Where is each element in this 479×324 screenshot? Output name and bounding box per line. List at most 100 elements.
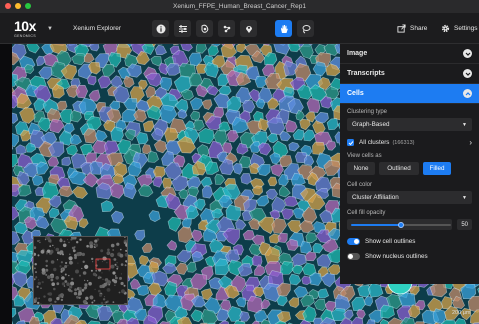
logo-subtitle: GENOMICS	[14, 34, 36, 38]
toolbar: 10x GENOMICS ▼ Xenium Explorer Share Set…	[0, 13, 479, 44]
cell[interactable]	[309, 272, 322, 286]
minimap-tissue-speck	[50, 278, 54, 282]
all-clusters-checkbox[interactable]	[347, 139, 354, 146]
minimap-tissue-speck	[47, 292, 50, 296]
cell[interactable]	[56, 100, 68, 111]
pin-button[interactable]	[240, 20, 257, 37]
minimap-tissue-speck	[82, 299, 87, 304]
pan-tool-button[interactable]	[275, 20, 292, 37]
slider-handle[interactable]	[398, 221, 404, 228]
cell[interactable]	[61, 156, 72, 166]
minimap-tissue-speck	[61, 296, 64, 299]
minimap-tissue-speck	[74, 305, 77, 306]
layers-button[interactable]	[196, 20, 213, 37]
minimap-tissue-speck	[62, 243, 67, 248]
cell-fill-opacity-slider[interactable]	[347, 219, 453, 230]
show-cell-outlines-toggle[interactable]	[347, 238, 360, 245]
minimap-tissue-speck	[84, 283, 88, 287]
minimap[interactable]	[33, 236, 128, 305]
hand-icon	[280, 24, 288, 33]
minimap-tissue-speck	[64, 265, 68, 268]
minimap-tissue-speck	[60, 267, 65, 272]
minimap-tissue-speck	[110, 243, 115, 248]
minimap-tissue-speck	[55, 247, 60, 252]
share-icon	[397, 24, 406, 33]
close-window-button[interactable]	[5, 3, 11, 9]
minimap-tissue-speck	[112, 249, 115, 251]
minimap-tissue-speck	[37, 281, 41, 286]
minimap-tissue-speck	[41, 268, 46, 272]
minimap-tissue-speck	[61, 282, 65, 286]
cell[interactable]	[87, 75, 97, 86]
minimap-tissue-speck	[126, 261, 127, 264]
logo-mark: 10x	[14, 18, 36, 34]
minimap-tissue-speck	[88, 281, 92, 286]
clustering-type-select[interactable]: Graph-Based ▼	[347, 118, 472, 131]
cell[interactable]	[239, 311, 251, 322]
cell-color-select[interactable]: Cluster Affiliation ▼	[347, 191, 472, 204]
section-cells-header[interactable]: Cells	[340, 84, 479, 104]
view-option-none[interactable]: None	[347, 162, 375, 175]
minimap-tissue-speck	[46, 251, 48, 253]
adjustments-button[interactable]	[174, 20, 191, 37]
all-clusters-label: All clusters	[359, 139, 390, 146]
zoom-window-button[interactable]	[25, 3, 31, 9]
section-image-title: Image	[347, 50, 368, 57]
minimap-tissue-speck	[40, 287, 42, 289]
minimap-tissue-speck	[36, 285, 39, 288]
share-button[interactable]: Share	[397, 21, 434, 36]
minimap-tissue-speck	[47, 275, 51, 279]
settings-button[interactable]: Settings	[441, 21, 478, 36]
minimap-tissue-speck	[115, 275, 117, 277]
minimap-tissue-speck	[114, 263, 117, 266]
section-image-header[interactable]: Image	[340, 44, 479, 64]
minimap-tissue-speck	[52, 244, 54, 247]
caret-down-icon: ▼	[462, 194, 467, 201]
minimap-tissue-speck	[45, 268, 49, 272]
info-button[interactable]	[152, 20, 169, 37]
minimap-tissue-speck	[110, 252, 115, 258]
show-cell-outlines-row[interactable]: Show cell outlines	[347, 235, 472, 248]
transcripts-button[interactable]	[218, 20, 235, 37]
minimap-tissue-speck	[71, 277, 74, 281]
minimap-tissue-speck	[77, 262, 79, 264]
minimap-tissue-speck	[75, 269, 79, 274]
minimap-tissue-speck	[53, 247, 55, 249]
minimap-tissue-speck	[72, 249, 76, 253]
minimize-window-button[interactable]	[15, 3, 21, 9]
section-transcripts-header[interactable]: Transcripts	[340, 64, 479, 84]
minimap-tissue-speck	[112, 258, 115, 261]
show-nucleus-outlines-toggle[interactable]	[347, 253, 360, 260]
minimap-tissue-speck	[45, 264, 48, 267]
app-menu-caret-icon[interactable]: ▼	[47, 26, 53, 32]
minimap-tissue-speck	[38, 279, 40, 281]
minimap-tissue-speck	[91, 301, 94, 304]
minimap-tissue-speck	[91, 257, 94, 261]
minimap-tissue-speck	[53, 287, 56, 291]
cell-fill-opacity-row: 50	[347, 219, 472, 230]
show-nucleus-outlines-row[interactable]: Show nucleus outlines	[347, 250, 472, 263]
view-option-outlined[interactable]: Outlined	[379, 162, 419, 175]
tenx-logo[interactable]: 10x GENOMICS	[14, 18, 40, 40]
minimap-tissue-speck	[61, 276, 65, 280]
minimap-tissue-speck	[40, 304, 42, 305]
minimap-tissue-speck	[103, 296, 106, 298]
all-clusters-row[interactable]: All clusters (166313) ›	[347, 136, 472, 149]
minimap-tissue-speck	[84, 286, 87, 290]
minimap-tissue-speck	[40, 249, 45, 254]
minimap-tissue-speck	[101, 272, 103, 274]
view-option-filled[interactable]: Filled	[423, 162, 451, 175]
chevron-down-icon	[463, 69, 472, 78]
cell-fill-opacity-value[interactable]: 50	[457, 219, 472, 230]
settings-label: Settings	[454, 25, 478, 32]
minimap-tissue-speck	[123, 284, 126, 287]
minimap-tissue-speck	[74, 288, 77, 292]
minimap-tissue-speck	[111, 278, 115, 282]
minimap-tissue-speck	[120, 248, 122, 251]
minimap-tissue-speck	[94, 288, 96, 291]
minimap-tissue-speck	[112, 271, 116, 275]
minimap-tissue-speck	[112, 301, 115, 303]
lasso-tool-button[interactable]	[297, 20, 314, 37]
minimap-tissue-speck	[81, 252, 85, 257]
minimap-tissue-speck	[46, 252, 48, 255]
